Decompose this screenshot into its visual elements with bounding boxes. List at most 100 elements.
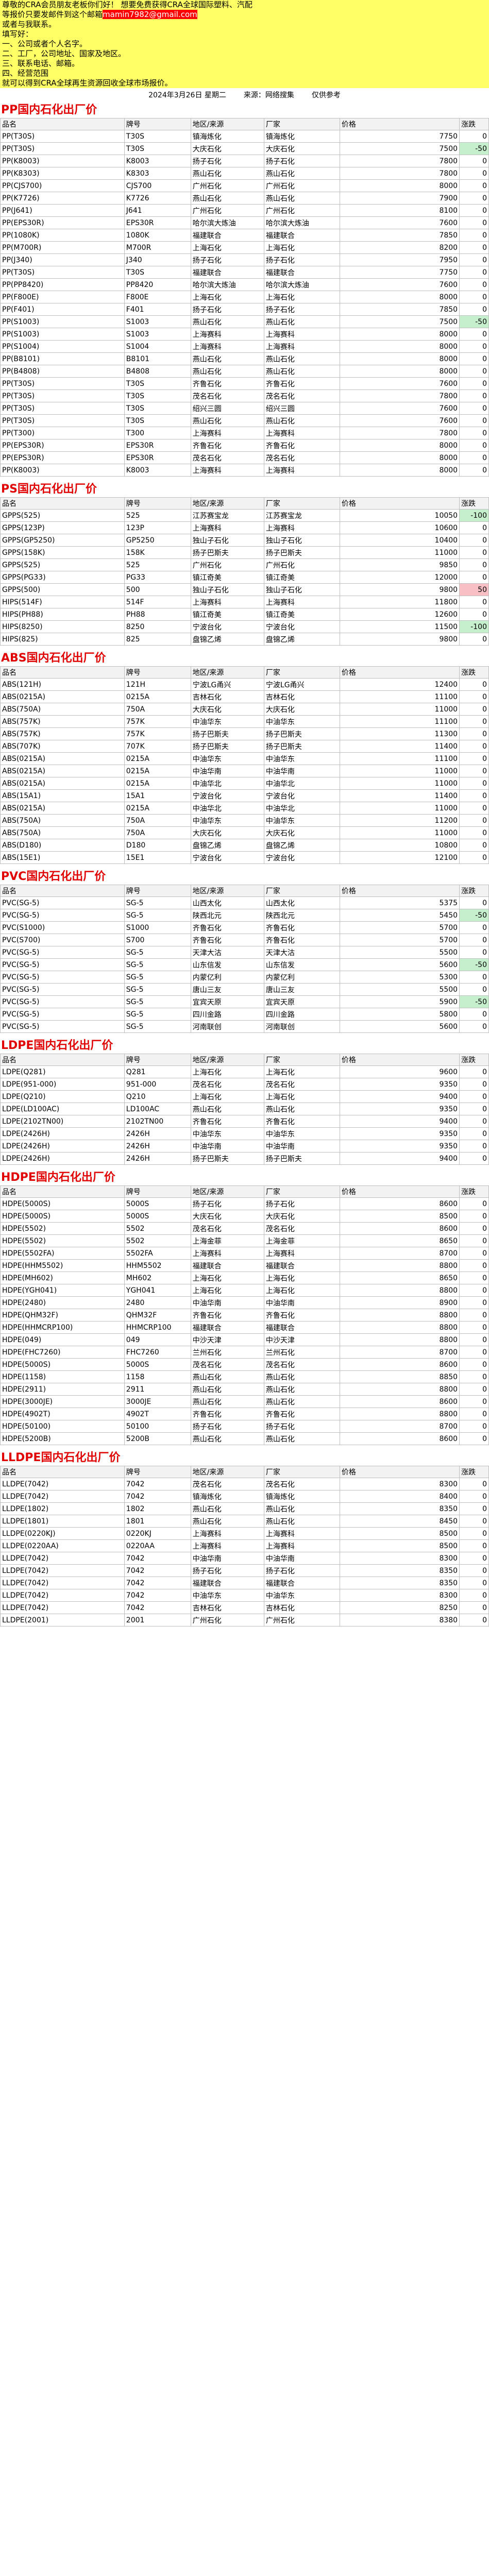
- region-cell: 齐鲁石化: [190, 921, 264, 934]
- table-header-row: 品名 牌号 地区/来源 厂家 价格 涨跌: [0, 1054, 489, 1066]
- table-row: ABS(0215A) 0215A 吉林石化 吉林石化 11100 0: [0, 690, 489, 703]
- change-cell: -50: [459, 958, 489, 971]
- price-cell: 8000: [339, 464, 460, 477]
- producer-cell: 四川金路: [263, 1008, 340, 1021]
- producer-cell: 哈尔滨大炼油: [263, 216, 340, 229]
- producer-cell: 山东信发: [263, 958, 340, 971]
- producer-cell: 中油华东: [263, 752, 340, 765]
- producer-cell: 燕山石化: [263, 1395, 340, 1408]
- region-cell: 齐鲁石化: [190, 377, 264, 390]
- column-header: 地区/来源: [190, 1185, 264, 1198]
- column-header: 价格: [339, 1466, 460, 1478]
- region-cell: 盘锦乙烯: [190, 839, 264, 852]
- producer-cell: 宜宾天原: [263, 995, 340, 1008]
- price-cell: 11400: [339, 740, 460, 753]
- producer-cell: 扬子巴斯夫: [263, 727, 340, 740]
- price-cell: 11000: [339, 546, 460, 559]
- change-cell: 0: [459, 1309, 489, 1321]
- column-header: 价格: [339, 497, 460, 510]
- change-cell: 0: [459, 1115, 489, 1128]
- product-name-cell: PP(B8101): [0, 352, 125, 365]
- grade-cell: S1004: [124, 340, 191, 353]
- change-cell: 0: [459, 192, 489, 205]
- grade-cell: HHMCRP100: [124, 1321, 191, 1334]
- region-cell: 江苏赛宝龙: [190, 509, 264, 522]
- producer-cell: 广州石化: [263, 1614, 340, 1626]
- product-name-cell: PVC(SG-5): [0, 896, 125, 909]
- product-name-cell: HDPE(FHC7260): [0, 1346, 125, 1359]
- grade-cell: T30S: [124, 266, 191, 279]
- price-cell: 8500: [339, 1210, 460, 1223]
- region-cell: 茂名石化: [190, 1078, 264, 1091]
- report-note: 仅供参考: [311, 91, 341, 99]
- region-cell: 大庆石化: [190, 142, 264, 155]
- producer-cell: 独山子石化: [263, 534, 340, 547]
- producer-cell: 茂名石化: [263, 451, 340, 464]
- table-row: ABS(0215A) 0215A 中油华南 中油华南 11000 0: [0, 765, 489, 777]
- price-section: HDPE国内石化出厂价 品名 牌号 地区/来源 厂家 价格 涨跌 HDPE(5000S) 500…: [0, 1170, 489, 1450]
- producer-cell: 齐鲁石化: [263, 1115, 340, 1128]
- change-cell: 0: [459, 1614, 489, 1626]
- product-name-cell: HDPE(QHM32F): [0, 1309, 125, 1321]
- price-cell: 5700: [339, 921, 460, 934]
- product-name-cell: PVC(SG-5): [0, 983, 125, 996]
- price-cell: 7500: [339, 142, 460, 155]
- change-cell: 0: [459, 814, 489, 827]
- change-cell: -50: [459, 995, 489, 1008]
- producer-cell: 中油华南: [263, 765, 340, 777]
- price-cell: 8200: [339, 241, 460, 254]
- price-cell: 5300: [339, 971, 460, 984]
- grade-cell: Q281: [124, 1065, 191, 1078]
- column-header: 地区/来源: [190, 1054, 264, 1066]
- price-cell: 8800: [339, 1408, 460, 1420]
- region-cell: 茂名石化: [190, 1478, 264, 1490]
- product-name-cell: LLDPE(7042): [0, 1490, 125, 1503]
- table-row: PVC(SG-5) SG-5 山东信发 山东信发 5600 -50: [0, 958, 489, 971]
- change-cell: 0: [459, 402, 489, 415]
- grade-cell: 2102TN00: [124, 1115, 191, 1128]
- table-row: PP(T30S) T30S 齐鲁石化 齐鲁石化 7600 0: [0, 377, 489, 390]
- change-cell: 0: [459, 1222, 489, 1235]
- grade-cell: SG-5: [124, 958, 191, 971]
- contact-email[interactable]: mamin7982@gmail.com: [103, 10, 197, 19]
- change-cell: 0: [459, 377, 489, 390]
- table-row: LDPE(2102TN00) 2102TN00 齐鲁石化 齐鲁石化 9400 0: [0, 1115, 489, 1128]
- price-cell: 8600: [339, 1197, 460, 1210]
- section-title: HDPE国内石化出厂价: [1, 1171, 115, 1184]
- product-name-cell: ABS(121H): [0, 678, 125, 691]
- table-row: PP(S1003) S1003 燕山石化 燕山石化 7500 -50: [0, 315, 489, 328]
- grade-cell: F800E: [124, 291, 191, 303]
- grade-cell: 7042: [124, 1564, 191, 1577]
- producer-cell: 茂名石化: [263, 1078, 340, 1091]
- producer-cell: 山西太化: [263, 896, 340, 909]
- grade-cell: 0220KJ: [124, 1527, 191, 1540]
- table-row: GPPS(158K) 158K 扬子巴斯夫 扬子巴斯夫 11000 0: [0, 546, 489, 559]
- producer-cell: 扬子石化: [263, 1564, 340, 1577]
- grade-cell: T30S: [124, 377, 191, 390]
- intro-line: 一、公司或者个人名字。: [2, 39, 88, 48]
- region-cell: 河南联创: [190, 1020, 264, 1033]
- grade-cell: 0215A: [124, 752, 191, 765]
- grade-cell: 2911: [124, 1383, 191, 1396]
- grade-cell: D180: [124, 839, 191, 852]
- table-row: LLDPE(7042) 7042 茂名石化 茂名石化 8300 0: [0, 1478, 489, 1490]
- grade-cell: K7726: [124, 192, 191, 205]
- table-row: PP(T30S) T30S 镇海炼化 镇海炼化 7750 0: [0, 130, 489, 143]
- grade-cell: 5000S: [124, 1197, 191, 1210]
- price-table: 品名 牌号 地区/来源 厂家 价格 涨跌 PVC(SG-5) SG-5 山西太化 山西太化 5375…: [0, 885, 489, 1033]
- grade-cell: 1801: [124, 1515, 191, 1528]
- change-cell: 0: [459, 608, 489, 621]
- region-cell: 天津大沽: [190, 946, 264, 959]
- grade-cell: S1003: [124, 328, 191, 341]
- product-name-cell: ABS(750A): [0, 826, 125, 839]
- table-row: PP(K8003) K8003 扬子石化 扬子石化 7800 0: [0, 155, 489, 167]
- change-cell: 0: [459, 253, 489, 266]
- region-cell: 燕山石化: [190, 192, 264, 205]
- producer-cell: 扬子石化: [263, 155, 340, 167]
- grade-cell: 5502: [124, 1222, 191, 1235]
- table-row: HIPS(514F) 514F 上海赛科 上海赛科 11800 0: [0, 596, 489, 608]
- price-cell: 8350: [339, 1502, 460, 1515]
- region-cell: 福建联合: [190, 266, 264, 279]
- table-row: LLDPE(0220AA) 0220AA 上海赛科 上海赛科 8500 0: [0, 1539, 489, 1552]
- producer-cell: 茂名石化: [263, 1478, 340, 1490]
